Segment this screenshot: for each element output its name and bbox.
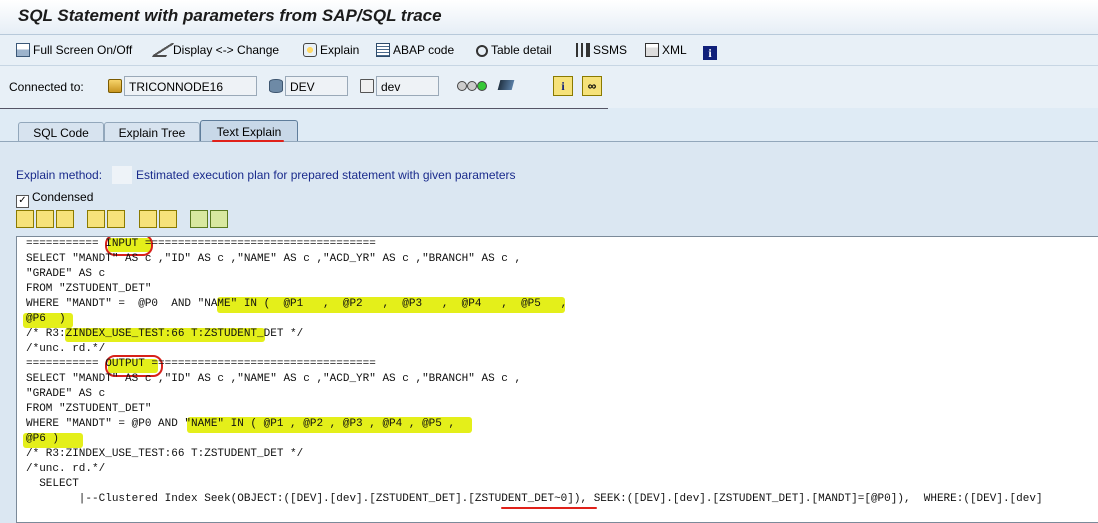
code-line: "GRADE" AS c [26, 388, 106, 400]
table-detail-label: Table detail [491, 43, 552, 57]
abap-code-button[interactable]: ABAP code [376, 41, 454, 59]
index-annotation-underline [501, 507, 597, 509]
connection-separator [0, 108, 608, 109]
editor-toolbar [16, 210, 230, 231]
code-line: /* R3:ZINDEX_USE_TEST:66 T:ZSTUDENT_DET … [26, 328, 304, 340]
ssms-icon [576, 43, 590, 57]
checkbox-check-icon: ✓ [16, 195, 29, 208]
code-line: /* R3:ZINDEX_USE_TEST:66 T:ZSTUDENT_DET … [26, 448, 304, 460]
ssms-button[interactable]: SSMS [576, 41, 627, 59]
code-line: |--Clustered Index Seek(OBJECT:([DEV].[d… [26, 493, 1043, 505]
status-lights-icon [457, 80, 487, 94]
xml-button[interactable]: XML [645, 41, 687, 59]
schema-field[interactable]: dev [376, 76, 439, 96]
display-change-button[interactable]: Display <-> Change [151, 41, 280, 59]
condensed-checkbox[interactable]: ✓ Condensed [16, 190, 93, 208]
glasses-icon[interactable]: ∞ [582, 76, 602, 96]
explain-method-spacer [112, 166, 132, 184]
window-title: SQL Statement with parameters from SAP/S… [18, 6, 442, 25]
find-next-icon[interactable] [158, 210, 177, 228]
full-screen-label: Full Screen On/Off [33, 43, 133, 57]
undo-icon[interactable] [87, 210, 106, 228]
code-line: SELECT "MANDT" AS c ,"ID" AS c ,"NAME" A… [26, 253, 522, 265]
pen-icon [151, 43, 175, 57]
explain-icon [303, 43, 317, 57]
text-explain-panel: Explain method: Estimated execution plan… [0, 142, 1098, 523]
flag-icon [497, 80, 515, 90]
title-bar: SQL Statement with parameters from SAP/S… [0, 0, 1098, 35]
connected-to-label: Connected to: [9, 80, 84, 94]
server-field[interactable]: TRICONNODE16 [124, 76, 257, 96]
display-change-label: Display <-> Change [173, 43, 280, 57]
code-line: =========== INPUT ======================… [26, 238, 376, 250]
code-line: @P6 ) [26, 433, 60, 445]
table-detail-button[interactable]: Table detail [476, 41, 552, 59]
database-icon [269, 79, 283, 93]
info-icon: i [703, 46, 717, 60]
code-line: =========== OUTPUT =====================… [26, 358, 376, 370]
tab-strip: SQL Code Explain Tree Text Explain [0, 118, 1098, 142]
code-line: WHERE "MANDT" = @P0 AND "NAME" IN ( @P1 … [26, 418, 456, 430]
code-line: @P6 ) [26, 313, 66, 325]
code-line: SELECT "MANDT" AS c ,"ID" AS c ,"NAME" A… [26, 373, 522, 385]
server-icon [108, 79, 122, 93]
save-local-icon[interactable] [210, 210, 229, 228]
tab-sql-code[interactable]: SQL Code [18, 122, 104, 142]
full-screen-button[interactable]: Full Screen On/Off [16, 41, 132, 59]
code-line: FROM "ZSTUDENT_DET" [26, 283, 152, 295]
tab-explain-tree[interactable]: Explain Tree [104, 122, 200, 142]
status-light-3 [477, 81, 487, 91]
sql-text-area[interactable]: =========== INPUT ======================… [16, 236, 1098, 523]
download-icon[interactable] [190, 210, 209, 228]
status-light-2 [467, 81, 477, 91]
copy-icon[interactable] [36, 210, 54, 228]
cut-icon[interactable] [16, 210, 34, 228]
condensed-label: Condensed [32, 190, 94, 204]
ssms-label: SSMS [593, 43, 628, 57]
connection-info-button[interactable]: i [553, 76, 573, 96]
code-line: "GRADE" AS c [26, 268, 106, 280]
code-line: FROM "ZSTUDENT_DET" [26, 403, 152, 415]
explain-label: Explain [320, 43, 360, 57]
explain-method-label: Explain method: [16, 168, 103, 182]
code-line: /*unc. rd.*/ [26, 343, 106, 355]
code-line: WHERE "MANDT" = @P0 AND "NAME" IN ( @P1 … [26, 298, 568, 310]
paste-icon[interactable] [56, 210, 74, 228]
database-field[interactable]: DEV [285, 76, 348, 96]
xml-icon [645, 43, 659, 57]
redo-icon[interactable] [107, 210, 126, 228]
explain-button[interactable]: Explain [303, 41, 359, 59]
application-toolbar: Full Screen On/Off Display <-> Change Ex… [0, 35, 1098, 66]
info-button[interactable]: i [703, 41, 720, 60]
code-line: /*unc. rd.*/ [26, 463, 106, 475]
explain-method-value: Estimated execution plan for prepared st… [136, 168, 516, 182]
find-icon[interactable] [138, 210, 157, 228]
abap-icon [376, 43, 390, 57]
magnifier-icon [476, 45, 488, 57]
connection-bar: Connected to: TRICONNODE16 DEV dev i ∞ [0, 66, 1098, 109]
status-light-1 [457, 81, 467, 91]
code-line: SELECT [26, 478, 79, 490]
page-icon [16, 43, 30, 57]
xml-label: XML [662, 43, 687, 57]
tab-text-explain[interactable]: Text Explain [200, 120, 298, 142]
abap-code-label: ABAP code [393, 43, 455, 57]
schema-icon [360, 79, 374, 93]
